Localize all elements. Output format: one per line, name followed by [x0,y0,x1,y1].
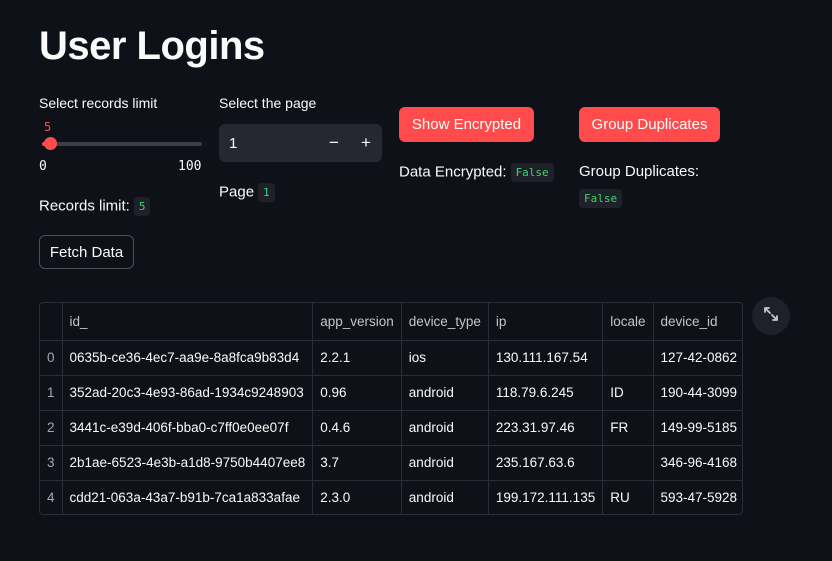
group-duplicates-status: False [579,189,623,208]
table-row[interactable]: 2 3441c-e39d-406f-bba0-c7ff0e0ee07f 0.4.… [40,410,742,446]
table-cell[interactable]: android [401,480,489,514]
table-cell[interactable]: 130.111.167.54 [488,340,604,376]
app-page: User Logins Select records limit 5 0 100… [0,0,832,561]
table-cell[interactable]: 190-44-3099 [653,375,742,411]
records-limit-slider[interactable] [42,137,202,150]
group-duplicates-label: Group Duplicates: [579,163,700,180]
table-cell[interactable]: 235.167.63.6 [488,445,604,481]
table-cell[interactable]: cdd21-063a-43a7-b91b-7ca1a833afae [62,480,314,514]
table-cell[interactable]: android [401,410,489,446]
page-label: Page [219,183,255,201]
table-cell[interactable]: 2.2.1 [312,340,402,376]
column-header[interactable]: device_id [653,303,742,341]
table-row[interactable]: 0 0635b-ce36-4ec7-aa9e-8a8fca9b83d4 2.2.… [40,340,742,376]
table-cell[interactable]: 2b1ae-6523-4e3b-a1d8-9750b4407ee8 [62,445,314,481]
slider-min-label: 0 [39,159,47,174]
column-header[interactable]: app_version [312,303,402,341]
increment-button[interactable]: + [350,133,382,153]
records-limit-slider-label: Select records limit [39,95,158,111]
table-cell[interactable]: 3.7 [312,445,402,481]
table-cell[interactable]: 593-47-5928 [653,480,742,514]
table-cell[interactable]: android [401,445,489,481]
records-limit-text: Records limit: 5 [39,197,151,216]
page-input-label: Select the page [219,95,317,111]
table-cell[interactable]: 352ad-20c3-4e93-86ad-1934c9248903 [62,375,314,411]
table-row[interactable]: 4 cdd21-063a-43a7-b91b-7ca1a833afae 2.3.… [40,480,742,514]
index-header [40,303,63,341]
data-table[interactable]: _id app_version device_type ip locale de… [39,302,743,515]
group-duplicates-value: False [579,189,623,208]
table-cell[interactable]: 346-96-4168 [653,445,742,481]
fetch-data-button[interactable]: Fetch Data [39,235,134,269]
row-index: 2 [40,410,63,446]
group-duplicates-button[interactable]: Group Duplicates [579,107,720,142]
row-index: 0 [40,340,63,376]
column-header[interactable]: ip [488,303,604,341]
slider-max-label: 100 [178,159,202,174]
table-row[interactable]: 1 352ad-20c3-4e93-86ad-1934c9248903 0.96… [40,375,742,411]
table-cell[interactable]: ID [602,375,654,411]
row-index: 1 [40,375,63,411]
table-cell[interactable]: 0.4.6 [312,410,402,446]
table-cell[interactable]: 0.96 [312,375,402,411]
table-cell[interactable]: android [401,375,489,411]
table-cell[interactable]: 3441c-e39d-406f-bba0-c7ff0e0ee07f [62,410,314,446]
page-title: User Logins [39,24,265,68]
decrement-button[interactable]: − [318,133,350,153]
table-row[interactable]: 3 2b1ae-6523-4e3b-a1d8-9750b4407ee8 3.7 … [40,445,742,481]
expand-icon [762,305,780,328]
table-cell[interactable]: 149-99-5185 [653,410,742,446]
table-cell[interactable]: ios [401,340,489,376]
page-value: 1 [258,183,275,202]
table-cell[interactable]: 2.3.0 [312,480,402,514]
row-index: 3 [40,445,63,481]
table-cell[interactable]: 0635b-ce36-4ec7-aa9e-8a8fca9b83d4 [62,340,314,376]
table-cell[interactable]: 223.31.97.46 [488,410,604,446]
table-cell[interactable]: FR [602,410,654,446]
table-cell[interactable] [602,340,654,376]
table-cell[interactable]: 127-42-0862 [653,340,742,376]
fullscreen-button[interactable] [752,297,790,335]
column-header[interactable]: device_type [401,303,489,341]
page-text: Page 1 [219,183,275,202]
page-number-input[interactable]: 1 − + [219,124,382,162]
column-header[interactable]: _id [62,303,314,341]
table-header-row: _id app_version device_type ip locale de… [40,303,742,341]
records-limit-label: Records limit: [39,197,130,215]
slider-current-value: 5 [44,120,52,134]
show-encrypted-button[interactable]: Show Encrypted [399,107,534,142]
table-cell[interactable]: 118.79.6.245 [488,375,604,411]
column-header[interactable]: locale [602,303,654,341]
table-cell[interactable]: 199.172.111.135 [488,480,604,514]
data-encrypted-value: False [510,163,554,182]
data-encrypted-text: Data Encrypted: False [399,163,554,182]
slider-thumb[interactable] [44,137,57,150]
row-index: 4 [40,480,63,514]
table-cell[interactable] [602,445,654,481]
records-limit-value: 5 [133,197,151,216]
page-number-value[interactable]: 1 [219,135,318,152]
table-cell[interactable]: RU [602,480,654,514]
data-encrypted-label: Data Encrypted: [399,163,507,181]
